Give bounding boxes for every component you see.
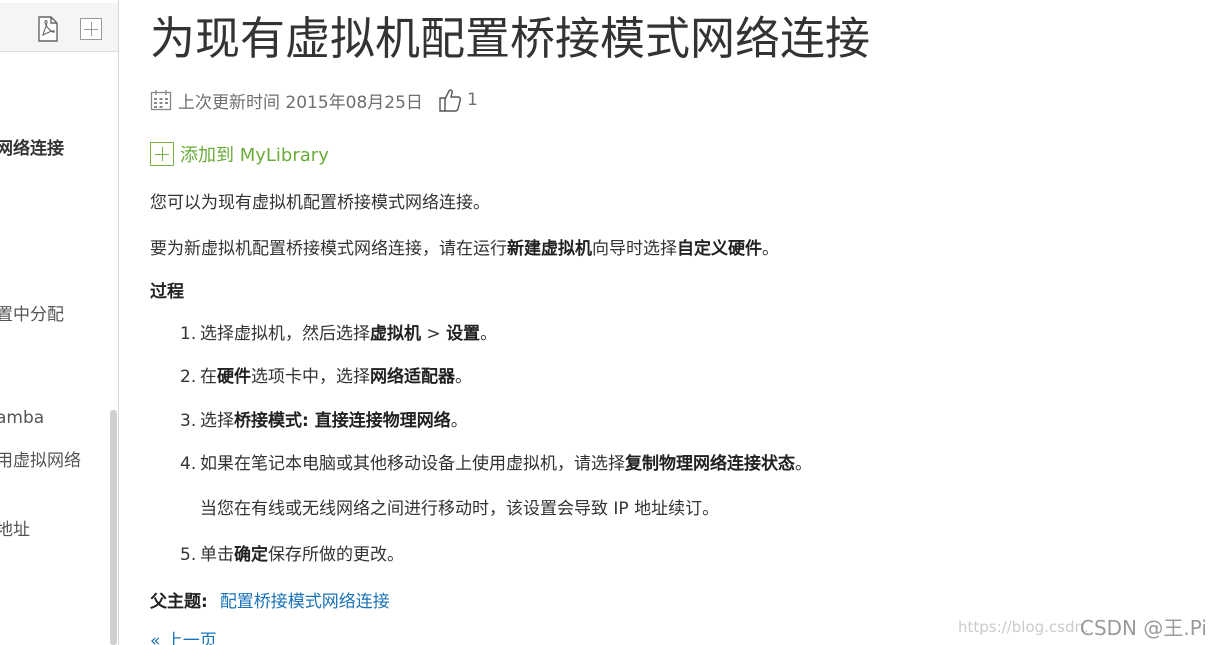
- sidebar-toolbar: [0, 3, 118, 52]
- main-content: 为现有虚拟机配置桥接模式网络连接 上次更新时间 2015年08月25日 1 添加…: [150, 0, 1200, 645]
- step-3: 3. 选择桥接模式: 直接连接物理网络。: [180, 411, 468, 431]
- sidebar-scrollbar[interactable]: [110, 410, 117, 645]
- last-updated: 上次更新时间 2015年08月25日: [178, 92, 423, 113]
- intro-paragraph: 您可以为现有虚拟机配置桥接模式网络连接。: [150, 193, 490, 213]
- watermark-brand: CSDN @王.Pi: [1080, 616, 1207, 640]
- sidebar-item-assign-in-settings[interactable]: 置中分配: [0, 300, 64, 325]
- step-4-note: 当您在有线或无线网络之间进行移动时，该设置会导致 IP 地址续订。: [200, 499, 720, 519]
- sidebar-item-samba[interactable]: amba: [0, 408, 44, 428]
- sidebar-item-virtual-network[interactable]: 用虚拟网络: [0, 446, 81, 471]
- add-to-library-button[interactable]: 添加到 MyLibrary: [150, 142, 329, 166]
- procedure-heading: 过程: [150, 282, 184, 302]
- meta-row: 上次更新时间 2015年08月25日 1: [150, 87, 478, 113]
- step-2: 2. 在硬件选项卡中，选择网络适配器。: [180, 367, 472, 387]
- new-vm-paragraph: 要为新虚拟机配置桥接模式网络连接，请在运行新建虚拟机向导时选择自定义硬件。: [150, 239, 779, 259]
- like-count: 1: [466, 90, 478, 110]
- parent-topic-label: 父主题:: [150, 592, 208, 612]
- calendar-icon: [150, 90, 172, 111]
- sidebar-item-address[interactable]: 地址: [0, 515, 30, 540]
- sidebar: 网络连接 置中分配 amba 用虚拟网络 地址: [0, 0, 119, 645]
- custom-hardware-term: 自定义硬件: [677, 239, 762, 259]
- pdf-icon[interactable]: [37, 16, 59, 42]
- add-to-library-label: 添加到 MyLibrary: [180, 145, 329, 166]
- page-title: 为现有虚拟机配置桥接模式网络连接: [150, 12, 871, 65]
- new-vm-wizard-term: 新建虚拟机: [507, 239, 592, 259]
- step-5: 5. 单击确定保存所做的更改。: [180, 545, 404, 565]
- plus-box-icon: [150, 142, 174, 166]
- add-icon[interactable]: [80, 18, 102, 40]
- watermark-url: https://blog.csdn.: [958, 618, 1089, 636]
- thumbs-up-icon[interactable]: [437, 87, 463, 113]
- previous-page-link[interactable]: « 上一页: [150, 626, 217, 645]
- step-4: 4. 如果在笔记本电脑或其他移动设备上使用虚拟机，请选择复制物理网络连接状态。: [180, 454, 812, 474]
- step-1: 1. 选择虚拟机，然后选择虚拟机 > 设置。: [180, 324, 498, 344]
- parent-topic-link[interactable]: 配置桥接模式网络连接: [220, 592, 390, 612]
- page: 网络连接 置中分配 amba 用虚拟网络 地址 为现有虚拟机配置桥接模式网络连接…: [0, 0, 1210, 645]
- sidebar-item-bridged-network[interactable]: 网络连接: [0, 134, 64, 159]
- parent-topic: 父主题: 配置桥接模式网络连接: [150, 587, 390, 612]
